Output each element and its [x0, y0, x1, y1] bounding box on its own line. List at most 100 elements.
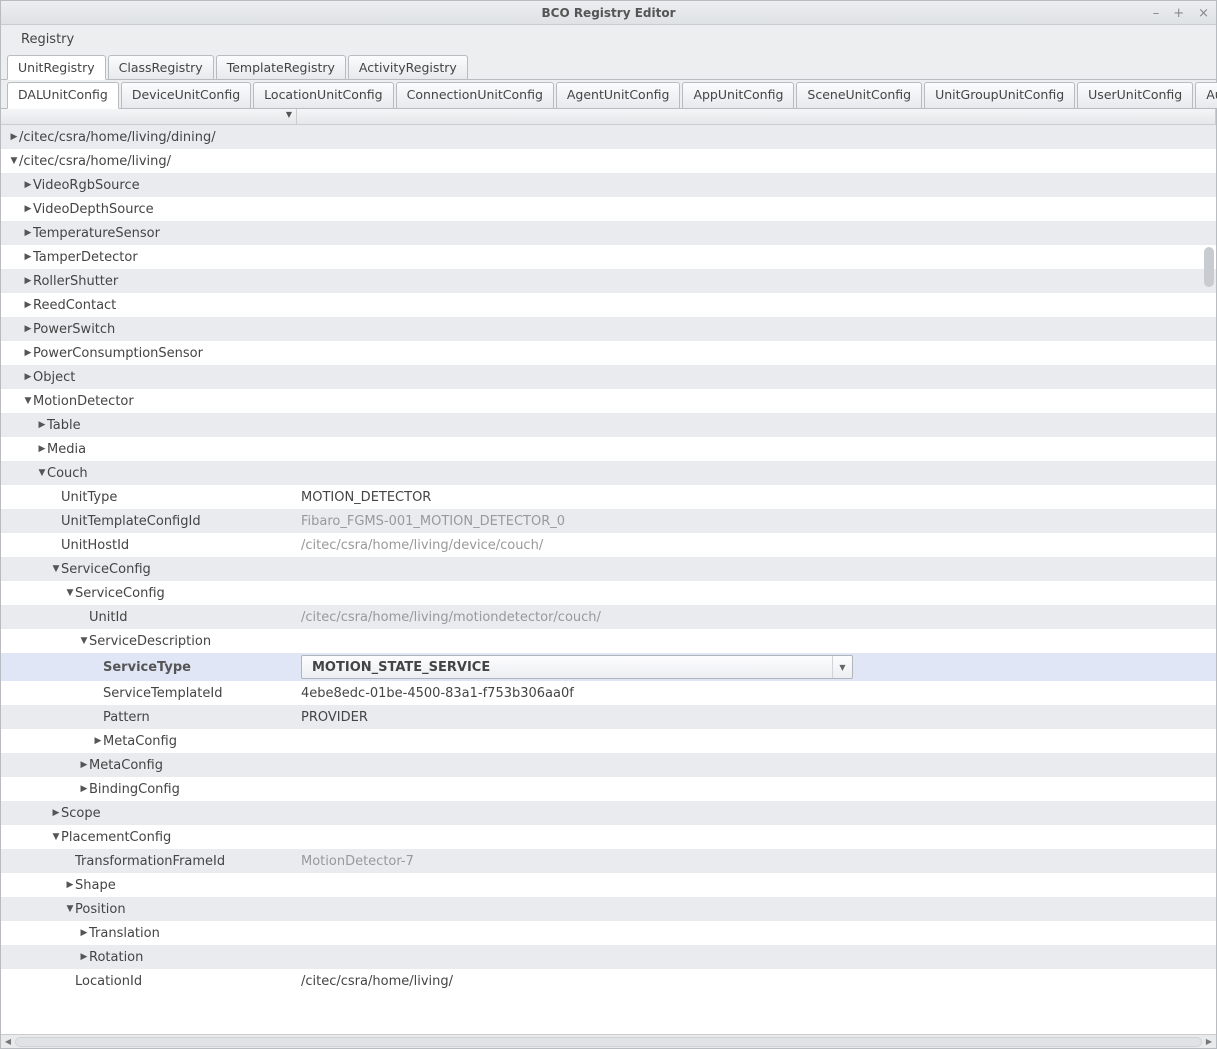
disclosure-closed-icon[interactable]: ▶ — [37, 420, 47, 430]
disclosure-closed-icon[interactable]: ▶ — [23, 276, 33, 286]
tree-row[interactable]: ▶ Shape — [1, 873, 1216, 897]
tree-row[interactable]: ▼ ServiceConfig — [1, 581, 1216, 605]
disclosure-closed-icon[interactable]: ▶ — [79, 784, 89, 794]
tree-row[interactable]: ▶ PowerSwitch — [1, 317, 1216, 341]
tree-row[interactable]: ▶ Scope — [1, 801, 1216, 825]
disclosure-open-icon[interactable]: ▼ — [23, 396, 33, 406]
sub-tab-deviceunitconfig[interactable]: DeviceUnitConfig — [121, 82, 251, 108]
tree-row[interactable]: ▶ MetaConfig — [1, 729, 1216, 753]
tree-row[interactable]: ▶ /citec/csra/home/living/dining/ — [1, 125, 1216, 149]
tree-row[interactable]: ▶ Object — [1, 365, 1216, 389]
menubar: Registry — [1, 25, 1216, 53]
menu-registry[interactable]: Registry — [11, 28, 84, 51]
disclosure-closed-icon[interactable]: ▶ — [23, 180, 33, 190]
tree-row[interactable]: ▼ PlacementConfig — [1, 825, 1216, 849]
disclosure-closed-icon[interactable]: ▶ — [51, 808, 61, 818]
tree-row[interactable]: ServiceTypeMOTION_STATE_SERVICE▼ — [1, 653, 1216, 681]
main-tab-templateregistry[interactable]: TemplateRegistry — [216, 55, 346, 79]
tree-row[interactable]: ▶ MetaConfig — [1, 753, 1216, 777]
sub-tab-userunitconfig[interactable]: UserUnitConfig — [1077, 82, 1193, 108]
tree-row[interactable]: ▶ BindingConfig — [1, 777, 1216, 801]
tree-row[interactable]: LocationId/citec/csra/home/living/ — [1, 969, 1216, 993]
scrollbar-track[interactable] — [15, 1037, 1202, 1047]
sub-tab-agentunitconfig[interactable]: AgentUnitConfig — [556, 82, 681, 108]
tree-row[interactable]: ▶ ReedContact — [1, 293, 1216, 317]
minimize-icon[interactable]: – — [1150, 6, 1163, 21]
tree-row[interactable]: ▶ TamperDetector — [1, 245, 1216, 269]
tree-row[interactable]: PatternPROVIDER — [1, 705, 1216, 729]
disclosure-open-icon[interactable]: ▼ — [51, 564, 61, 574]
maximize-icon[interactable]: + — [1170, 6, 1187, 21]
disclosure-closed-icon[interactable]: ▶ — [65, 880, 75, 890]
sub-tab-sceneunitconfig[interactable]: SceneUnitConfig — [796, 82, 922, 108]
tree-row[interactable]: ▶ TemperatureSensor — [1, 221, 1216, 245]
scrollbar-thumb[interactable] — [1204, 247, 1214, 287]
disclosure-closed-icon[interactable]: ▶ — [23, 252, 33, 262]
main-tab-activityregistry[interactable]: ActivityRegistry — [348, 55, 468, 79]
sub-tab-connectionunitconfig[interactable]: ConnectionUnitConfig — [396, 82, 554, 108]
tree-label: VideoRgbSource — [33, 178, 140, 193]
sub-tab-dalunitconfig[interactable]: DALUnitConfig — [7, 82, 119, 109]
tree-row[interactable]: TransformationFrameIdMotionDetector-7 — [1, 849, 1216, 873]
tree-label: ServiceConfig — [61, 562, 151, 577]
disclosure-closed-icon[interactable]: ▶ — [23, 228, 33, 238]
disclosure-closed-icon[interactable]: ▶ — [23, 348, 33, 358]
tree-label: ServiceDescription — [89, 634, 211, 649]
tree-row[interactable]: ▼ Couch — [1, 461, 1216, 485]
sub-tab-unitgroupunitconfig[interactable]: UnitGroupUnitConfig — [924, 82, 1075, 108]
tree-row[interactable]: ▼ MotionDetector — [1, 389, 1216, 413]
tree-view[interactable]: ▶ /citec/csra/home/living/dining/▼ /cite… — [1, 125, 1216, 1046]
disclosure-open-icon[interactable]: ▼ — [65, 588, 75, 598]
horizontal-scrollbar[interactable]: ◀ ▶ — [1, 1034, 1216, 1048]
main-tab-classregistry[interactable]: ClassRegistry — [108, 55, 214, 79]
sub-tab-locationunitconfig[interactable]: LocationUnitConfig — [253, 82, 393, 108]
tree-row[interactable]: ▼ /citec/csra/home/living/ — [1, 149, 1216, 173]
tree-row[interactable]: UnitTypeMOTION_DETECTOR — [1, 485, 1216, 509]
disclosure-closed-icon[interactable]: ▶ — [23, 324, 33, 334]
chevron-down-icon[interactable]: ▼ — [286, 110, 292, 119]
tree-row[interactable]: ▼ ServiceDescription — [1, 629, 1216, 653]
service-type-select[interactable]: MOTION_STATE_SERVICE▼ — [301, 655, 853, 679]
tree-row[interactable]: ▶ VideoDepthSource — [1, 197, 1216, 221]
tree-row[interactable]: ▶ VideoRgbSource — [1, 173, 1216, 197]
tree-row[interactable]: UnitHostId/citec/csra/home/living/device… — [1, 533, 1216, 557]
close-icon[interactable]: × — [1195, 6, 1212, 21]
scroll-left-icon[interactable]: ◀ — [1, 1037, 15, 1046]
disclosure-open-icon[interactable]: ▼ — [79, 636, 89, 646]
disclosure-closed-icon[interactable]: ▶ — [23, 204, 33, 214]
tree-label: BindingConfig — [89, 782, 180, 797]
tree-row[interactable]: ▶ RollerShutter — [1, 269, 1216, 293]
sub-tab-appunitconfig[interactable]: AppUnitConfig — [682, 82, 794, 108]
tree-row[interactable]: ServiceTemplateId4ebe8edc-01be-4500-83a1… — [1, 681, 1216, 705]
tree-row[interactable]: ▼ ServiceConfig — [1, 557, 1216, 581]
tree-header-col2[interactable] — [297, 109, 1216, 124]
chevron-down-icon[interactable]: ▼ — [832, 656, 852, 678]
main-tabstrip: UnitRegistryClassRegistryTemplateRegistr… — [1, 53, 1216, 79]
tree-row[interactable]: ▼ Position — [1, 897, 1216, 921]
disclosure-closed-icon[interactable]: ▶ — [79, 760, 89, 770]
main-tab-unitregistry[interactable]: UnitRegistry — [7, 55, 106, 80]
scroll-right-icon[interactable]: ▶ — [1202, 1037, 1216, 1046]
disclosure-closed-icon[interactable]: ▶ — [79, 928, 89, 938]
disclosure-closed-icon[interactable]: ▶ — [23, 372, 33, 382]
disclosure-open-icon[interactable]: ▼ — [51, 832, 61, 842]
tree-row[interactable]: ▶ Media — [1, 437, 1216, 461]
disclosure-open-icon[interactable]: ▼ — [37, 468, 47, 478]
tree-row[interactable]: ▶ Translation — [1, 921, 1216, 945]
disclosure-open-icon[interactable]: ▼ — [65, 904, 75, 914]
disclosure-closed-icon[interactable]: ▶ — [9, 132, 19, 142]
tree-row[interactable]: UnitId/citec/csra/home/living/motiondete… — [1, 605, 1216, 629]
tree-row[interactable]: ▶ Table — [1, 413, 1216, 437]
select-value: MOTION_STATE_SERVICE — [302, 660, 832, 675]
disclosure-open-icon[interactable]: ▼ — [9, 156, 19, 166]
disclosure-closed-icon[interactable]: ▶ — [23, 300, 33, 310]
tree-value[interactable]: MOTION_STATE_SERVICE▼ — [297, 655, 1216, 679]
tree-row[interactable]: UnitTemplateConfigIdFibaro_FGMS-001_MOTI… — [1, 509, 1216, 533]
disclosure-closed-icon[interactable]: ▶ — [93, 736, 103, 746]
tree-row[interactable]: ▶ Rotation — [1, 945, 1216, 969]
tree-header-col1[interactable]: ▼ — [1, 109, 297, 124]
tree-row[interactable]: ▶ PowerConsumptionSensor — [1, 341, 1216, 365]
disclosure-closed-icon[interactable]: ▶ — [37, 444, 47, 454]
sub-tab-auth[interactable]: Auth — [1195, 82, 1217, 108]
disclosure-closed-icon[interactable]: ▶ — [79, 952, 89, 962]
